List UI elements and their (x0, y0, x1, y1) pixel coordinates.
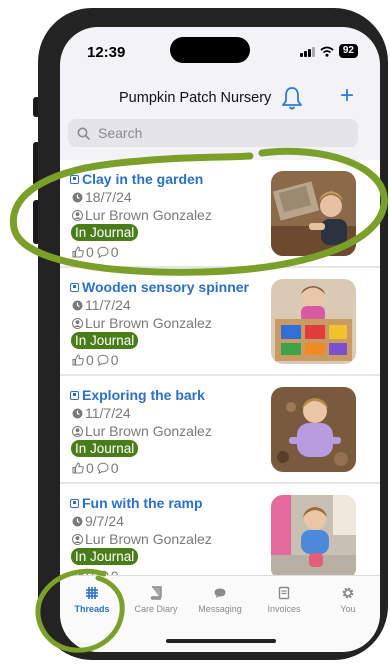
clock-icon (72, 192, 83, 202)
comment-icon[interactable] (97, 246, 109, 258)
search-input[interactable] (96, 124, 340, 142)
thread-list: Clay in the garden 18/7/24 Lur Brown Gon… (60, 160, 380, 592)
thread-author: Lur Brown Gonzalez (72, 207, 212, 223)
gear-icon (342, 587, 354, 599)
thread-type-icon (70, 390, 79, 400)
thread-thumbnail[interactable] (271, 279, 356, 364)
book-icon (150, 586, 162, 600)
signal-icon (299, 46, 315, 57)
tab-label: Invoices (267, 604, 301, 614)
status-bar: 12:39 92 (60, 27, 380, 79)
bell-icon[interactable] (280, 85, 304, 111)
hash-icon (86, 587, 98, 599)
thread-title[interactable]: Fun with the ramp (70, 495, 203, 511)
battery-icon: 92 (338, 44, 358, 58)
thread-thumbnail[interactable] (271, 495, 356, 580)
tab-label: Care Diary (134, 604, 178, 614)
invoice-icon (278, 586, 290, 600)
clock-icon (72, 300, 83, 310)
thread-date: 11/7/24 (72, 405, 131, 421)
thread-row[interactable]: Exploring the bark 11/7/24 Lur Brown Gon… (60, 376, 380, 484)
person-icon (72, 209, 83, 221)
thread-author: Lur Brown Gonzalez (72, 315, 212, 331)
tab-label: Threads (74, 604, 110, 614)
thread-author: Lur Brown Gonzalez (72, 423, 212, 439)
app-screen: 12:39 92 Pumpkin Patch Nursery + Search … (60, 27, 380, 652)
thread-author: Lur Brown Gonzalez (72, 531, 212, 547)
comment-icon[interactable] (97, 354, 109, 366)
thread-type-icon (70, 498, 79, 508)
status-icons: 92 (299, 44, 358, 58)
thread-counts: 0 0 (72, 244, 119, 260)
thread-thumbnail[interactable] (271, 387, 356, 472)
app-header: Pumpkin Patch Nursery + (60, 79, 380, 121)
clock-icon (72, 408, 83, 418)
dynamic-island (170, 37, 250, 63)
person-icon (72, 317, 83, 329)
thread-row[interactable]: Clay in the garden 18/7/24 Lur Brown Gon… (60, 160, 380, 268)
wifi-icon (320, 46, 334, 57)
add-thread-button[interactable]: + (340, 84, 354, 108)
chat-bubble-icon (214, 588, 226, 598)
thread-type-icon (70, 282, 79, 292)
page-title: Pumpkin Patch Nursery (119, 90, 272, 106)
search-bar[interactable] (68, 119, 358, 147)
comment-icon[interactable] (97, 462, 109, 474)
home-indicator (166, 639, 276, 643)
tab-label: You (340, 604, 356, 614)
tab-label: Messaging (198, 604, 242, 614)
thread-row[interactable]: Wooden sensory spinner 11/7/24 Lur Brown… (60, 268, 380, 376)
status-time: 12:39 (87, 44, 126, 61)
thread-date: 11/7/24 (72, 297, 131, 313)
thread-date: 9/7/24 (72, 513, 124, 529)
thread-title[interactable]: Clay in the garden (70, 171, 203, 187)
thread-date: 18/7/24 (72, 189, 132, 205)
status-badge: In Journal (71, 440, 139, 457)
thread-title[interactable]: Wooden sensory spinner (70, 279, 249, 295)
thread-counts: 0 0 (72, 460, 119, 476)
tab-threads[interactable]: Threads (60, 576, 124, 652)
status-badge: In Journal (71, 332, 139, 349)
thread-counts: 0 0 (72, 352, 119, 368)
status-badge: In Journal (71, 548, 139, 565)
thread-type-icon (70, 174, 79, 184)
thumbs-up-icon[interactable] (72, 246, 84, 258)
tab-you[interactable]: You (316, 576, 380, 652)
status-badge: In Journal (71, 224, 139, 241)
thumbs-up-icon[interactable] (72, 354, 84, 366)
search-icon (77, 127, 90, 140)
clock-icon (72, 516, 83, 526)
thread-title[interactable]: Exploring the bark (70, 387, 205, 403)
person-icon (72, 533, 83, 545)
thumbs-up-icon[interactable] (72, 462, 84, 474)
thread-thumbnail[interactable] (271, 171, 356, 256)
person-icon (72, 425, 83, 437)
